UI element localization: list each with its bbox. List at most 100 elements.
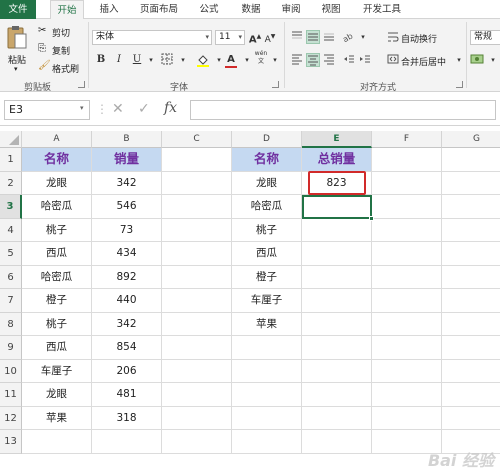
- scissors-icon[interactable]: ✂: [38, 25, 46, 36]
- chevron-down-icon[interactable]: ▾: [356, 30, 370, 44]
- cell-g10[interactable]: [442, 360, 500, 383]
- column-header-g[interactable]: G: [442, 131, 500, 148]
- font-color-icon[interactable]: A: [224, 53, 238, 68]
- shrink-font-button[interactable]: A▼: [263, 30, 277, 45]
- column-header-c[interactable]: C: [162, 131, 232, 148]
- row-header-12[interactable]: 12: [0, 406, 22, 430]
- cell-e7[interactable]: [302, 289, 372, 313]
- cell-c6[interactable]: [162, 265, 232, 289]
- cell-b5[interactable]: 434: [92, 242, 162, 266]
- cell-d11[interactable]: [232, 383, 302, 407]
- cell-d7[interactable]: 车厘子: [232, 289, 302, 313]
- row-header-11[interactable]: 11: [0, 383, 22, 407]
- copy-icon[interactable]: ⎘: [38, 43, 46, 54]
- select-all-corner[interactable]: [0, 131, 22, 148]
- cell-e13[interactable]: [302, 430, 372, 454]
- cell-g7[interactable]: [442, 289, 500, 313]
- chevron-down-icon[interactable]: ▾: [240, 53, 254, 67]
- cell-f4[interactable]: [372, 218, 442, 242]
- formula-input[interactable]: [190, 100, 496, 120]
- cell-d4[interactable]: 桃子: [232, 218, 302, 242]
- fill-handle[interactable]: [369, 215, 374, 221]
- chevron-down-icon[interactable]: ▾: [176, 53, 190, 67]
- chevron-down-icon[interactable]: ▾: [452, 53, 466, 67]
- row-header-7[interactable]: 7: [0, 289, 22, 313]
- cell-c9[interactable]: [162, 336, 232, 360]
- cell-d9[interactable]: [232, 336, 302, 360]
- tab-review[interactable]: 审阅: [274, 0, 308, 19]
- cell-e4[interactable]: [302, 218, 372, 242]
- cell-b12[interactable]: 318: [92, 406, 162, 430]
- orientation-icon[interactable]: ab: [341, 30, 356, 44]
- cell-a6[interactable]: 哈密瓜: [22, 265, 92, 289]
- cell-a2[interactable]: 龙眼: [22, 171, 92, 195]
- currency-icon[interactable]: [470, 53, 484, 67]
- align-left-icon[interactable]: [290, 53, 304, 67]
- font-size-select[interactable]: 11 ▾: [215, 30, 245, 45]
- cell-c8[interactable]: [162, 312, 232, 336]
- tab-insert[interactable]: 插入: [92, 0, 126, 19]
- row-header-9[interactable]: 9: [0, 336, 22, 360]
- cell-a11[interactable]: 龙眼: [22, 383, 92, 407]
- cell-d2[interactable]: 龙眼: [232, 171, 302, 195]
- cut-button[interactable]: 剪切: [52, 26, 70, 39]
- grow-font-button[interactable]: A▲: [248, 30, 262, 45]
- column-header-e[interactable]: E: [302, 131, 372, 148]
- cell-a8[interactable]: 桃子: [22, 312, 92, 336]
- merge-center-button[interactable]: 合并后居中: [401, 55, 446, 68]
- merge-center-icon[interactable]: [386, 53, 400, 67]
- cell-a1[interactable]: 名称: [22, 148, 92, 172]
- cell-d6[interactable]: 橙子: [232, 265, 302, 289]
- row-header-8[interactable]: 8: [0, 312, 22, 336]
- cell-c2[interactable]: [162, 171, 232, 195]
- border-icon[interactable]: [160, 53, 174, 67]
- cell-f8[interactable]: [372, 312, 442, 336]
- cell-f11[interactable]: [372, 383, 442, 407]
- align-middle-icon[interactable]: [306, 30, 320, 44]
- chevron-down-icon[interactable]: ▾: [144, 53, 158, 67]
- insert-function-button[interactable]: fx: [164, 100, 177, 116]
- column-header-d[interactable]: D: [232, 131, 302, 148]
- clipboard-launcher-icon[interactable]: [78, 81, 85, 88]
- cell-b9[interactable]: 854: [92, 336, 162, 360]
- cell-g11[interactable]: [442, 383, 500, 407]
- cell-f12[interactable]: [372, 406, 442, 430]
- cell-f1[interactable]: [372, 148, 442, 172]
- cell-e1[interactable]: 总销量: [302, 148, 372, 172]
- cell-g3[interactable]: [442, 195, 500, 219]
- column-header-f[interactable]: F: [372, 131, 442, 148]
- decrease-indent-icon[interactable]: [342, 53, 356, 67]
- row-header-6[interactable]: 6: [0, 265, 22, 289]
- cell-c5[interactable]: [162, 242, 232, 266]
- increase-indent-icon[interactable]: [358, 53, 372, 67]
- chevron-down-icon[interactable]: ▾: [268, 53, 282, 67]
- cell-a5[interactable]: 西瓜: [22, 242, 92, 266]
- cell-f10[interactable]: [372, 359, 442, 383]
- cell-c1[interactable]: [162, 148, 232, 172]
- column-header-b[interactable]: B: [92, 131, 162, 148]
- font-launcher-icon[interactable]: [272, 81, 279, 88]
- cell-a9[interactable]: 西瓜: [22, 336, 92, 360]
- cell-b3[interactable]: 546: [92, 195, 162, 219]
- cell-g12[interactable]: [442, 407, 500, 430]
- tab-formulas[interactable]: 公式: [192, 0, 226, 19]
- cell-f5[interactable]: [372, 242, 442, 266]
- cell-a13[interactable]: [22, 430, 92, 454]
- cell-a3[interactable]: 哈密瓜: [22, 195, 92, 219]
- align-center-icon[interactable]: [306, 53, 320, 67]
- cell-g5[interactable]: [442, 242, 500, 266]
- row-header-13[interactable]: 13: [0, 430, 22, 454]
- wrap-text-button[interactable]: 自动换行: [401, 32, 437, 45]
- bold-button[interactable]: B: [94, 53, 108, 67]
- cell-g2[interactable]: [442, 172, 500, 195]
- cell-b13[interactable]: [92, 430, 162, 454]
- number-format-select[interactable]: 常规: [470, 30, 500, 45]
- row-header-1[interactable]: 1: [0, 148, 22, 172]
- cell-g1[interactable]: [442, 148, 500, 172]
- cell-e11[interactable]: [302, 383, 372, 407]
- paste-dropdown-icon[interactable]: ▾: [14, 65, 18, 73]
- chevron-down-icon[interactable]: ▾: [80, 104, 84, 112]
- cell-c13[interactable]: [162, 430, 232, 454]
- format-painter-icon[interactable]: 🖌: [38, 60, 51, 71]
- cell-g8[interactable]: [442, 313, 500, 336]
